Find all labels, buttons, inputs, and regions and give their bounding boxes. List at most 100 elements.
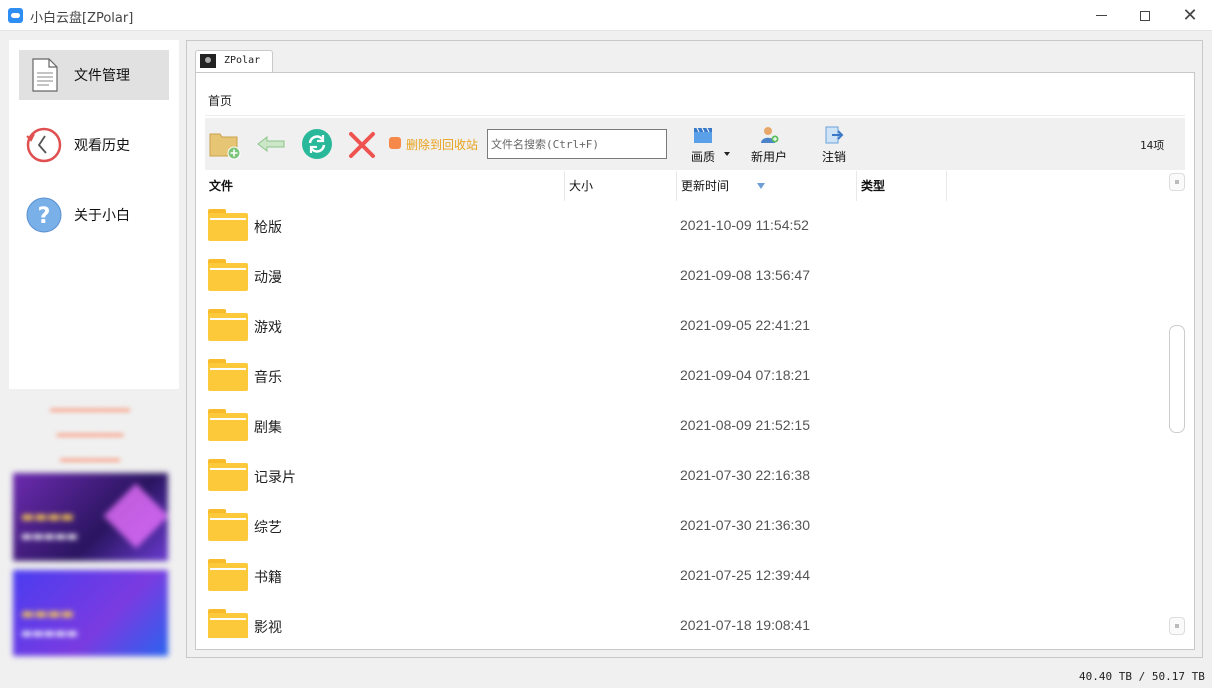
add-user-icon [761,127,779,143]
folder-icon [208,459,248,491]
delete-to-recycle-label[interactable]: 删除到回收站 [406,136,478,153]
promo-text: ━━━━━━━━━━━━ [50,404,130,417]
sidebar-item-history[interactable]: 观看历史 [19,120,169,170]
delete-to-recycle-checkbox[interactable] [389,137,401,149]
table-row[interactable]: 音乐 2021-09-04 07:18:21 [205,351,1168,401]
folder-icon [208,609,248,638]
avatar [200,54,216,68]
breadcrumb-bar: 首页 [205,82,1185,116]
folder-icon [208,309,248,341]
file-table: 文件 大小 更新时间 类型 枪版 2021-10-09 11:54:52 动漫 … [205,171,1168,638]
file-name: 游戏 [254,320,282,336]
folder-icon [208,509,248,541]
file-updated-time: 2021-07-30 21:36:30 [680,517,810,533]
promo-text: ━━━━━━━━━━ [56,429,124,442]
svg-text:?: ? [38,204,51,229]
logout-icon [825,126,844,144]
folder-icon [208,559,248,591]
promo-banner-text: ▬▬▬▬ [21,509,74,525]
column-header-type[interactable]: 类型 [857,171,947,201]
new-user-label: 新用户 [750,150,787,164]
minimize-button[interactable] [1078,0,1124,31]
scroll-thumb[interactable] [1169,325,1185,433]
file-updated-time: 2021-07-30 22:16:38 [680,467,810,483]
promo-text: ━━━━━━━━━ [60,454,120,467]
cloud-app-icon [8,8,23,23]
file-name: 书籍 [254,570,282,586]
search-input[interactable] [487,129,667,159]
file-updated-time: 2021-10-09 11:54:52 [680,217,809,233]
file-updated-time: 2021-09-08 13:56:47 [680,267,810,283]
vertical-scrollbar[interactable] [1168,171,1186,638]
close-icon: ✕ [1182,4,1198,26]
file-updated-time: 2021-07-18 19:08:41 [680,617,810,633]
sidebar-item-file-manager[interactable]: 文件管理 [19,50,169,100]
diamond-image [103,483,168,549]
title-bar: 小白云盘[ZPolar] ✕ [0,0,1212,31]
promo-banner[interactable]: ▬▬▬▬ ▬▬▬▬▬ [13,570,168,656]
sidebar-item-label: 关于小白 [74,208,130,224]
file-updated-time: 2021-08-09 21:52:15 [680,417,810,433]
folder-icon [208,209,248,241]
file-name: 综艺 [254,520,282,536]
document-icon [32,58,58,92]
promo-banner-subtext: ▬▬▬▬▬ [21,626,78,640]
table-row[interactable]: 影视 2021-07-18 19:08:41 [205,601,1168,638]
table-row[interactable]: 记录片 2021-07-30 22:16:38 [205,451,1168,501]
file-name: 动漫 [254,270,282,286]
delete-icon[interactable] [347,128,379,160]
scroll-down-button[interactable] [1169,617,1185,635]
column-header-file[interactable]: 文件 [205,171,565,201]
table-row[interactable]: 游戏 2021-09-05 22:41:21 [205,301,1168,351]
back-arrow-icon[interactable] [255,128,287,160]
folder-icon [208,259,248,291]
chevron-down-icon[interactable] [724,152,730,156]
account-tab[interactable]: ZPolar [195,50,273,72]
help-question-icon: ? [26,197,62,233]
promo-banner[interactable]: ▬▬▬▬ ▬▬▬▬▬ [13,473,168,561]
table-row[interactable]: 动漫 2021-09-08 13:56:47 [205,251,1168,301]
refresh-icon[interactable] [301,128,333,160]
promo-banner-subtext: ▬▬▬▬▬ [21,529,78,543]
maximize-icon [1140,10,1150,21]
new-folder-icon[interactable] [209,128,241,160]
table-row[interactable]: 剧集 2021-08-09 21:52:15 [205,401,1168,451]
maximize-button[interactable] [1122,0,1168,31]
new-user-button[interactable]: 新用户 [748,126,790,166]
sidebar-item-label: 文件管理 [74,68,130,84]
table-header: 文件 大小 更新时间 类型 [205,171,1168,201]
promo-banner-text: ▬▬▬▬ [21,606,74,622]
file-name: 影视 [254,620,282,636]
table-row[interactable]: 综艺 2021-07-30 21:36:30 [205,501,1168,551]
quality-label: 画质 [690,150,715,164]
table-row[interactable]: 枪版 2021-10-09 11:54:52 [205,201,1168,251]
column-header-size[interactable]: 大小 [565,171,677,201]
breadcrumb[interactable]: 首页 [208,92,232,109]
logout-label: 注销 [821,150,846,164]
file-updated-time: 2021-07-25 12:39:44 [680,567,810,583]
storage-usage: 40.40 TB / 50.17 TB [1079,670,1205,683]
file-name: 剧集 [254,420,282,436]
minimize-icon [1095,15,1107,16]
window-title: 小白云盘[ZPolar] [30,11,134,26]
history-clock-icon [26,127,62,163]
file-name: 音乐 [254,370,282,386]
quality-button[interactable]: 画质 [686,126,720,166]
sidebar: 文件管理 观看历史 ? 关于小白 [9,40,179,389]
column-header-updated[interactable]: 更新时间 [677,171,857,201]
table-row[interactable]: 书籍 2021-07-25 12:39:44 [205,551,1168,601]
scroll-up-button[interactable] [1169,173,1185,191]
close-button[interactable]: ✕ [1167,0,1212,31]
sidebar-item-about[interactable]: ? 关于小白 [19,190,169,240]
item-count: 14项 [1140,139,1165,152]
file-updated-time: 2021-09-04 07:18:21 [680,367,810,383]
file-name: 枪版 [254,220,282,236]
file-name: 记录片 [254,470,296,486]
file-updated-time: 2021-09-05 22:41:21 [680,317,810,333]
sort-descending-icon [757,183,765,189]
folder-icon [208,359,248,391]
sidebar-item-label: 观看历史 [74,138,130,154]
logout-button[interactable]: 注销 [818,126,850,166]
folder-icon [208,409,248,441]
video-clapper-icon [694,127,712,143]
